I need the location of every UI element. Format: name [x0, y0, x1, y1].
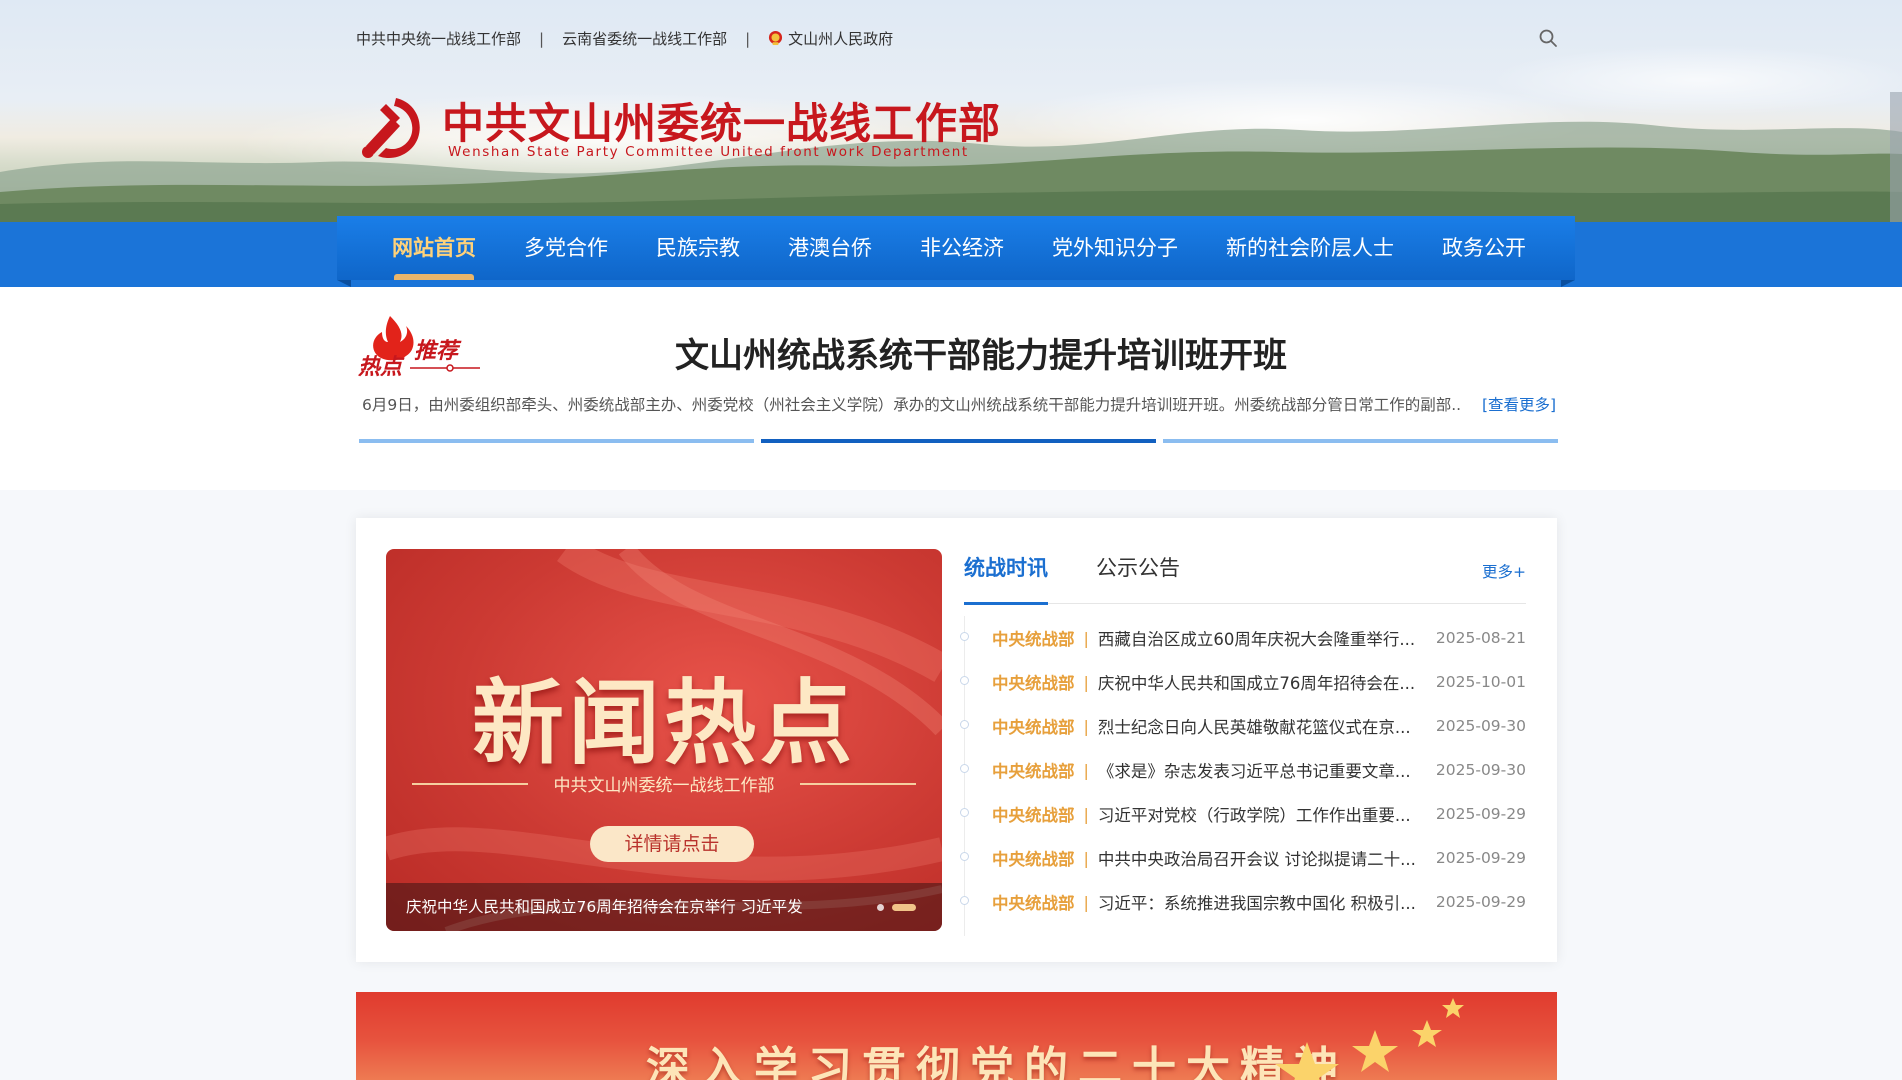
view-more-link[interactable]: [查看更多] — [1482, 393, 1556, 415]
link-yunnan-ufwd[interactable]: 云南省委统一战线工作部 — [562, 28, 727, 49]
slide-dot[interactable] — [877, 904, 884, 911]
news-title: 习近平对党校（行政学院）工作作出重要... — [1097, 806, 1411, 825]
news-list: 中央统战部 | 西藏自治区成立60周年庆祝大会隆重举行... 2025-08-21 中… — [960, 616, 1526, 936]
news-pipe: | — [1083, 892, 1089, 912]
news-tabs: 统战时讯 公示公告 更多+ — [964, 552, 1526, 605]
hot-pagination — [359, 439, 1558, 443]
slide-detail-button[interactable]: 详情请点击 — [590, 826, 754, 862]
news-source: 中央统战部 — [992, 718, 1075, 737]
tab-united-front-news[interactable]: 统战时讯 — [964, 552, 1048, 605]
hot-headline[interactable]: 文山州统战系统干部能力提升培训班开班 — [560, 328, 1402, 377]
nav-item-multiparty[interactable]: 多党合作 — [500, 216, 632, 280]
link-central-ufwd[interactable]: 中共中央统一战线工作部 — [356, 28, 521, 49]
tab-public-notices[interactable]: 公示公告 — [1096, 552, 1180, 604]
news-source: 中央统战部 — [992, 850, 1075, 869]
star-decoration-icon — [1275, 998, 1464, 1080]
party-emblem-icon[interactable] — [356, 92, 428, 164]
svg-text:推荐: 推荐 — [414, 339, 462, 364]
news-title: 西藏自治区成立60周年庆祝大会隆重举行... — [1097, 630, 1416, 649]
slide-caption[interactable]: 庆祝中华人民共和国成立76周年招待会在京举行 习近平发 — [386, 883, 942, 931]
nav-item-hk-macao-taiwan[interactable]: 港澳台侨 — [764, 216, 896, 280]
slide-big-text: 新闻热点 — [471, 670, 856, 777]
news-pipe: | — [1083, 716, 1089, 736]
news-source: 中央统战部 — [992, 762, 1075, 781]
news-pipe: | — [1083, 672, 1089, 692]
nav-item-non-party-intellectuals[interactable]: 党外知识分子 — [1028, 216, 1202, 280]
slide-dot-active[interactable] — [892, 904, 916, 911]
search-icon[interactable] — [1538, 28, 1558, 48]
news-pipe: | — [1083, 628, 1089, 648]
news-source: 中央统战部 — [992, 630, 1075, 649]
nav-item-new-social-strata[interactable]: 新的社会阶层人士 — [1202, 216, 1418, 280]
hot-page-bar[interactable] — [1163, 439, 1558, 443]
list-item[interactable]: 中央统战部 | 《求是》杂志发表习近平总书记重要文章... 2025-09-30 — [960, 748, 1526, 792]
news-title: 习近平：系统推进我国宗教中国化 积极引... — [1097, 894, 1416, 913]
header-banner: 中共中央统一战线工作部 | 云南省委统一战线工作部 | 文山州人民政府 中共文山… — [0, 0, 1902, 222]
nav-item-gov-affairs[interactable]: 政务公开 — [1418, 216, 1550, 280]
link-wenshan-government[interactable]: 文山州人民政府 — [768, 28, 893, 49]
news-date: 2025-09-29 — [1435, 849, 1526, 867]
study-banner[interactable]: 深入学习贯彻党的二十大精神 — [356, 992, 1557, 1080]
hot-page-bar[interactable] — [359, 439, 754, 443]
news-source: 中央统战部 — [992, 894, 1075, 913]
news-title: 中共中央政治局召开会议 讨论拟提请二十... — [1097, 850, 1416, 869]
news-pipe: | — [1083, 804, 1089, 824]
news-title: 《求是》杂志发表习近平总书记重要文章... — [1097, 762, 1411, 781]
nav-item-ethnic-religion[interactable]: 民族宗教 — [632, 216, 764, 280]
news-date: 2025-09-30 — [1435, 717, 1526, 735]
news-source: 中央统战部 — [992, 674, 1075, 693]
list-item[interactable]: 中央统战部 | 习近平：系统推进我国宗教中国化 积极引... 2025-09-29 — [960, 880, 1526, 924]
flame-icon: 热点 推荐 — [357, 316, 480, 380]
list-item[interactable]: 中央统战部 | 中共中央政治局召开会议 讨论拟提请二十... 2025-09-29 — [960, 836, 1526, 880]
site-subtitle: Wenshan State Party Committee United fro… — [448, 144, 969, 160]
news-pipe: | — [1083, 760, 1089, 780]
svg-text:热点: 热点 — [357, 355, 405, 380]
site-title[interactable]: 中共文山州委统一战线工作部 — [442, 90, 1001, 151]
news-date: 2025-09-29 — [1435, 893, 1526, 911]
list-item[interactable]: 中央统战部 | 西藏自治区成立60周年庆祝大会隆重举行... 2025-08-21 — [960, 616, 1526, 660]
news-date: 2025-10-01 — [1435, 673, 1526, 691]
banner-text: 深入学习贯彻党的二十大精神 — [646, 1043, 1348, 1080]
news-title: 烈士纪念日向人民英雄敬献花篮仪式在京... — [1097, 718, 1411, 737]
news-pipe: | — [1083, 848, 1089, 868]
hot-page-bar-active[interactable] — [761, 439, 1156, 443]
national-emblem-icon — [769, 30, 783, 46]
separator: | — [745, 29, 751, 48]
slide-dots — [877, 904, 916, 911]
news-slideshow[interactable]: 新闻热点 中共文山州委统一战线工作部 详情请点击 庆祝中华人民共和国成立76周年… — [386, 549, 942, 931]
top-links-bar: 中共中央统一战线工作部 | 云南省委统一战线工作部 | 文山州人民政府 — [356, 28, 893, 49]
link-label: 文山州人民政府 — [788, 30, 894, 48]
news-date: 2025-09-29 — [1435, 805, 1526, 823]
news-date: 2025-08-21 — [1435, 629, 1526, 647]
news-more-link[interactable]: 更多+ — [1482, 560, 1526, 582]
list-item[interactable]: 中央统战部 | 烈士纪念日向人民英雄敬献花篮仪式在京... 2025-09-30 — [960, 704, 1526, 748]
news-source: 中央统战部 — [992, 806, 1075, 825]
news-date: 2025-09-30 — [1435, 761, 1526, 779]
nav-item-private-economy[interactable]: 非公经济 — [896, 216, 1028, 280]
list-item[interactable]: 中央统战部 | 庆祝中华人民共和国成立76周年招待会在... 2025-10-01 — [960, 660, 1526, 704]
separator: | — [539, 29, 545, 48]
list-item[interactable]: 中央统战部 | 习近平对党校（行政学院）工作作出重要... 2025-09-29 — [960, 792, 1526, 836]
hot-summary: 6月9日，由州委组织部牵头、州委统战部主办、州委党校（州社会主义学院）承办的文山… — [362, 396, 1460, 414]
hot-section — [0, 287, 1902, 490]
main-nav: 网站首页 多党合作 民族宗教 港澳台侨 非公经济 党外知识分子 新的社会阶层人士… — [337, 216, 1575, 287]
nav-item-home[interactable]: 网站首页 — [368, 216, 500, 280]
news-title: 庆祝中华人民共和国成立76周年招待会在... — [1097, 674, 1416, 693]
slide-divider-right — [800, 783, 916, 785]
